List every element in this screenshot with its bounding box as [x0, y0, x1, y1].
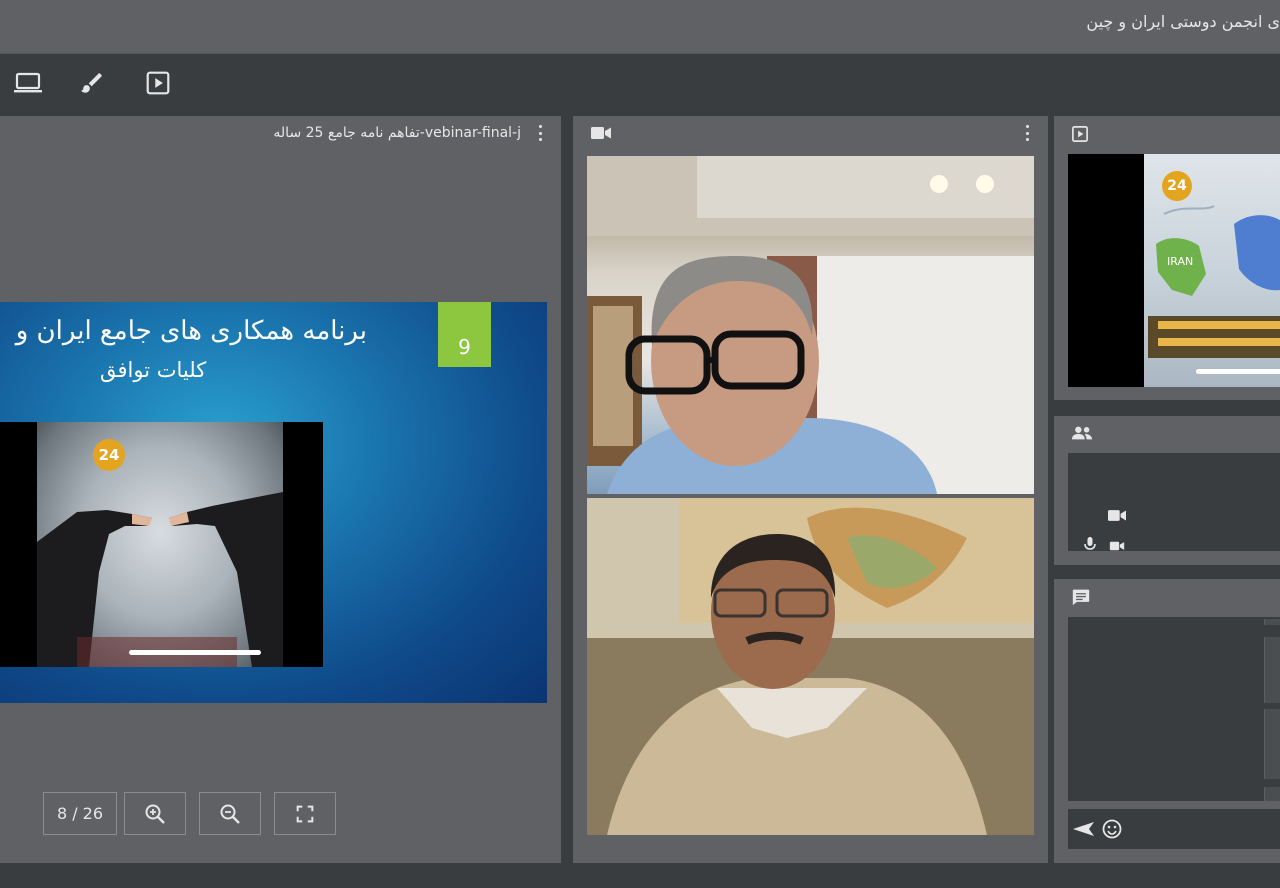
emoji-icon[interactable]	[1102, 819, 1122, 839]
dot	[1025, 131, 1029, 135]
zoom-in-icon	[145, 804, 165, 824]
title-bar: ی انجمن دوستی ایران و چین	[0, 0, 1280, 54]
laptop-icon	[14, 72, 42, 93]
video-frame: 24	[37, 422, 283, 667]
caption-line	[1158, 338, 1280, 346]
media-button[interactable]	[141, 66, 175, 100]
webcams-header	[573, 116, 1048, 150]
people-icon	[1071, 426, 1093, 440]
slide-embedded-video[interactable]: 24	[0, 422, 323, 667]
webcam-feed-1[interactable]	[587, 156, 1034, 494]
webcam-feed-2[interactable]	[587, 498, 1034, 835]
dot	[538, 131, 542, 135]
chat-icon	[1072, 589, 1090, 606]
webcams-menu-button[interactable]	[1020, 123, 1034, 143]
participants-panel	[1054, 416, 1280, 565]
participant-2-video	[587, 498, 1034, 835]
presentation-panel: تفاهم نامه جامع 25 ساله-vebinar-final-j …	[0, 116, 561, 863]
video-progress-bar[interactable]	[1196, 369, 1280, 374]
shared-video-player[interactable]: 24 IRAN	[1068, 154, 1280, 387]
scroll-segment	[1264, 709, 1280, 779]
slide-subheading: کلیات توافق	[100, 358, 207, 382]
page-indicator: 8 / 26	[43, 792, 117, 835]
channel-logo: 24	[1162, 171, 1192, 201]
video-caption-bar	[1148, 316, 1280, 358]
slide-heading: برنامه همکاری های جامع ایران و	[15, 316, 367, 346]
handshake-illustration	[37, 492, 283, 667]
main-toolbar	[0, 54, 1280, 112]
scroll-segment	[1264, 619, 1280, 625]
webcams-panel	[573, 116, 1048, 863]
dot	[1025, 138, 1029, 141]
play-box-icon	[146, 71, 170, 95]
screen-share-button[interactable]	[11, 66, 45, 100]
participant-1-video	[587, 156, 1034, 494]
presentation-file-title: تفاهم نامه جامع 25 ساله-vebinar-final-j	[273, 125, 521, 141]
map-country-label: IRAN	[1164, 254, 1197, 269]
zoom-in-button[interactable]	[124, 792, 186, 835]
fullscreen-button[interactable]	[274, 792, 336, 835]
app-root: ی انجمن دوستی ایران و چین تفاهم نامه جام…	[0, 0, 1280, 888]
camera-status-icon	[1108, 510, 1126, 521]
camera-status-icon	[1109, 541, 1125, 551]
presentation-header: تفاهم نامه جامع 25 ساله-vebinar-final-j	[0, 116, 561, 150]
presentation-slide: 9 برنامه همکاری های جامع ایران و کلیات ت…	[0, 302, 547, 703]
chat-input-bar[interactable]	[1068, 809, 1280, 849]
brush-icon	[81, 73, 102, 93]
media-panel: 24 IRAN	[1054, 116, 1280, 400]
participants-list	[1068, 453, 1280, 551]
scroll-segment	[1264, 787, 1280, 801]
chat-scrollbar[interactable]	[1262, 617, 1280, 801]
slide-number-badge: 9	[438, 302, 491, 367]
dot	[1025, 125, 1029, 128]
caption-line	[1158, 321, 1280, 329]
dot	[538, 125, 542, 128]
send-icon[interactable]	[1072, 821, 1094, 837]
video-camera-icon	[591, 127, 611, 139]
play-box-icon	[1072, 126, 1088, 142]
presentation-menu-button[interactable]	[533, 123, 547, 143]
video-progress-bar[interactable]	[129, 650, 261, 655]
dot	[538, 138, 542, 141]
zoom-out-button[interactable]	[199, 792, 261, 835]
chat-panel	[1054, 579, 1280, 863]
whiteboard-button[interactable]	[75, 66, 109, 100]
window-title: ی انجمن دوستی ایران و چین	[1086, 12, 1280, 31]
microphone-icon	[1084, 537, 1096, 550]
fullscreen-icon	[296, 805, 314, 822]
zoom-out-icon	[220, 804, 240, 824]
chat-messages-area[interactable]	[1068, 617, 1280, 801]
scroll-segment	[1264, 637, 1280, 703]
